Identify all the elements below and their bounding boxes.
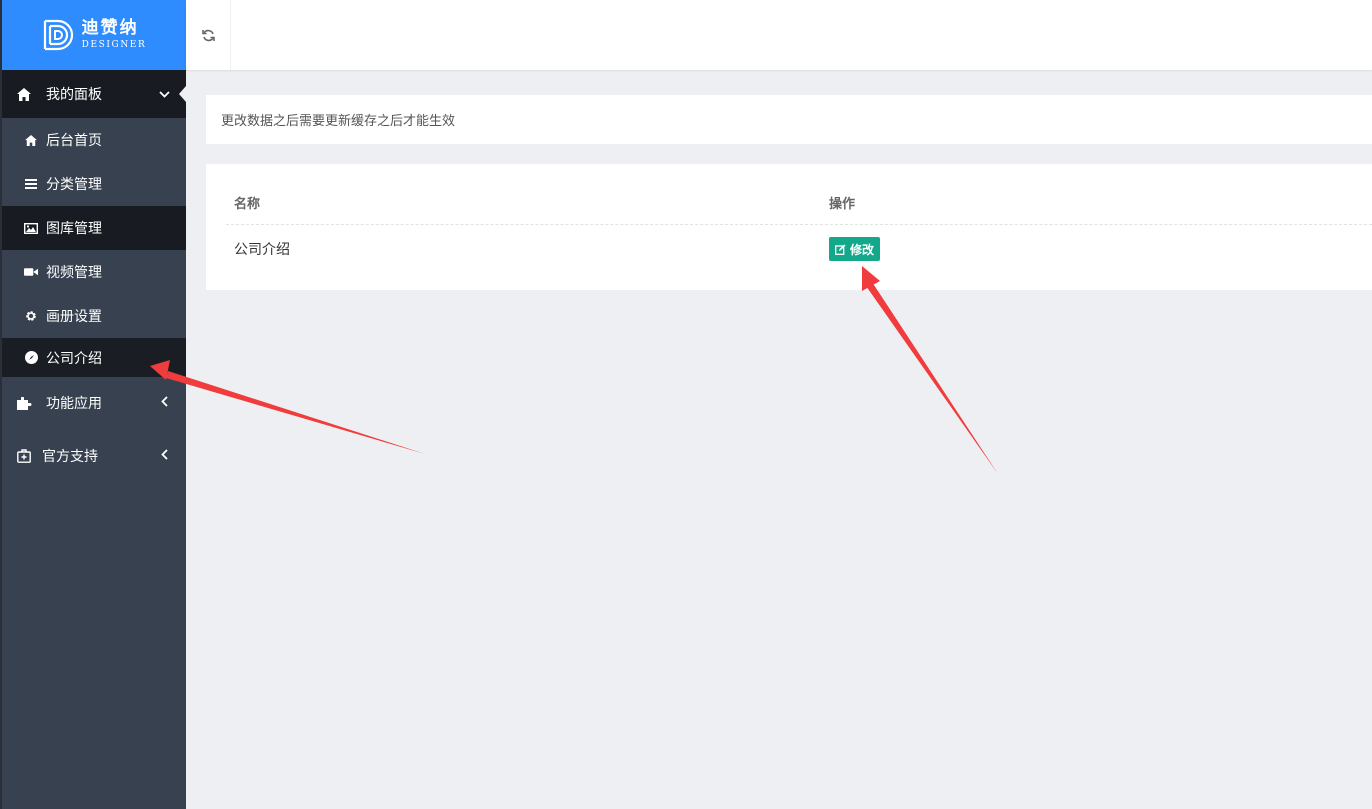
sidebar-group-label: 官方支持: [42, 449, 98, 465]
notice-text: 更改数据之后需要更新缓存之后才能生效: [221, 114, 456, 129]
sidebar: 迪赞纳 DESIGNER 我的面板 后台首页 分类管理 图库管理 视频管理 画册…: [0, 0, 186, 809]
sidebar-item-categories[interactable]: 分类管理: [2, 162, 186, 206]
chevron-left-icon: [161, 396, 168, 410]
puzzle-icon: [16, 396, 32, 410]
gear-icon: [24, 310, 38, 322]
table-row: 公司介绍 修改: [226, 225, 1372, 273]
column-header-name: 名称: [234, 196, 261, 212]
refresh-button[interactable]: [186, 0, 231, 70]
sidebar-item-label: 分类管理: [46, 177, 102, 193]
sidebar-item-album-settings[interactable]: 画册设置: [2, 294, 186, 338]
annotation-arrow-edit: [862, 266, 998, 474]
sidebar-item-videos[interactable]: 视频管理: [2, 250, 186, 294]
home-icon: [16, 87, 32, 101]
top-bar: [186, 0, 1372, 70]
annotation-arrow-sidebar: [150, 360, 425, 454]
home-icon: [24, 134, 38, 146]
list-icon: [24, 179, 38, 189]
sidebar-group-support[interactable]: 官方支持: [2, 429, 186, 483]
chevron-down-icon: [159, 87, 170, 101]
chevron-left-icon: [161, 449, 168, 463]
logo-icon: [43, 19, 73, 51]
sidebar-item-label: 公司介绍: [46, 350, 102, 367]
medkit-icon: [16, 449, 32, 463]
image-icon: [24, 222, 38, 234]
brand-logo[interactable]: 迪赞纳 DESIGNER: [2, 0, 186, 70]
compass-icon: [24, 351, 38, 364]
row-name: 公司介绍: [234, 242, 290, 258]
brand-name-en: DESIGNER: [81, 40, 147, 50]
sidebar-item-label: 后台首页: [46, 133, 102, 149]
sidebar-item-label: 画册设置: [46, 309, 102, 325]
sidebar-group-apps[interactable]: 功能应用: [2, 377, 186, 429]
column-header-action: 操作: [829, 196, 856, 212]
content-table: 名称 操作 公司介绍 修改: [206, 164, 1372, 290]
cache-notice: 更改数据之后需要更新缓存之后才能生效: [206, 95, 1372, 144]
edit-button[interactable]: 修改: [829, 237, 881, 261]
active-indicator: [179, 86, 186, 102]
sidebar-group-dashboard[interactable]: 我的面板: [2, 70, 186, 118]
sidebar-group-label: 我的面板: [46, 87, 102, 103]
sidebar-item-label: 视频管理: [46, 265, 102, 281]
sidebar-item-gallery[interactable]: 图库管理: [2, 206, 186, 250]
table-header: 名称 操作: [226, 180, 1372, 225]
sidebar-item-label: 图库管理: [46, 221, 102, 237]
sidebar-item-home[interactable]: 后台首页: [2, 118, 186, 162]
dashboard-submenu: 后台首页 分类管理 图库管理 视频管理 画册设置 公司介绍: [2, 118, 186, 377]
edit-icon: [835, 244, 846, 255]
brand-name: 迪赞纳: [81, 18, 139, 38]
edit-button-label: 修改: [850, 242, 875, 257]
sidebar-item-company-intro[interactable]: 公司介绍: [2, 338, 186, 377]
sidebar-group-label: 功能应用: [46, 396, 102, 412]
video-icon: [24, 267, 38, 277]
refresh-icon: [201, 29, 215, 41]
